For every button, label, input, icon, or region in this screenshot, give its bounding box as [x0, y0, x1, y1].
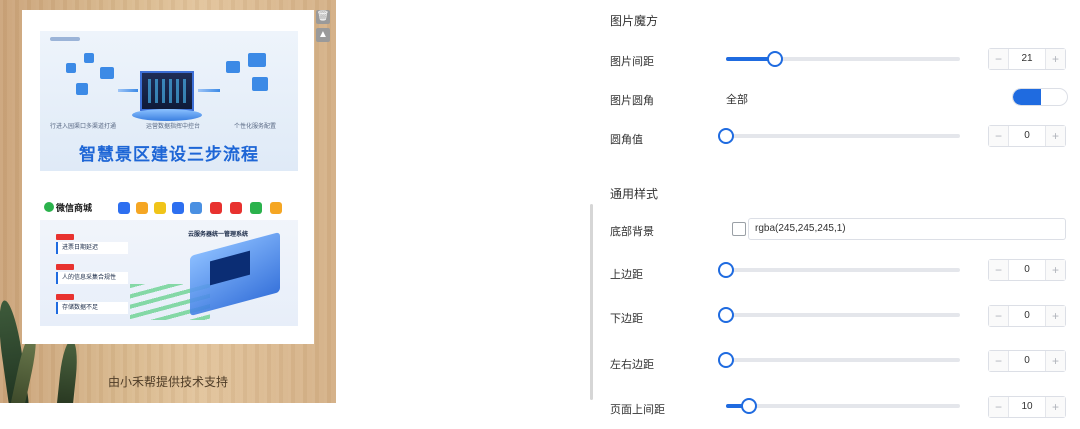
- delete-icon[interactable]: 🗑: [316, 10, 330, 24]
- slider-thumb[interactable]: [718, 262, 734, 278]
- issue-tag: 存储数据不足: [56, 302, 128, 314]
- slider-thumb[interactable]: [718, 307, 734, 323]
- margin-top-stepper[interactable]: − 0 +: [988, 259, 1066, 281]
- increment-button[interactable]: +: [1045, 49, 1065, 69]
- image-spacing-stepper[interactable]: − 21 +: [988, 48, 1066, 70]
- platform: [132, 109, 202, 121]
- margin-bottom-stepper[interactable]: − 0 +: [988, 305, 1066, 327]
- stepper-value[interactable]: 0: [1009, 351, 1045, 371]
- increment-button[interactable]: +: [1045, 260, 1065, 280]
- caption: 个性化服务配置: [234, 124, 277, 130]
- margin-bottom-label: 下边距: [610, 313, 643, 325]
- move-up-icon[interactable]: ▲: [316, 28, 330, 42]
- node-icon: [252, 77, 268, 91]
- slider-thumb[interactable]: [741, 398, 758, 414]
- slider-thumb[interactable]: [718, 352, 734, 368]
- radius-value-label: 圆角值: [610, 134, 643, 146]
- radius-value-slider[interactable]: [718, 128, 960, 144]
- slider-thumb[interactable]: [767, 51, 784, 67]
- app-icon: [172, 202, 184, 214]
- node-icon: [84, 53, 94, 63]
- flow-arrow: [198, 89, 220, 92]
- app-strip: 微信商城: [40, 196, 298, 220]
- decrement-button[interactable]: −: [989, 126, 1009, 146]
- decrement-button[interactable]: −: [989, 351, 1009, 371]
- node-icon: [226, 61, 240, 73]
- app-icon: [118, 202, 130, 214]
- increment-button[interactable]: +: [1045, 306, 1065, 326]
- section-title-general-style: 通用样式: [610, 187, 659, 201]
- image-spacing-label: 图片间距: [610, 56, 654, 68]
- image-radius-label: 图片圆角: [610, 95, 654, 107]
- stepper-value[interactable]: 0: [1009, 126, 1045, 146]
- issue-tag: 进票日期延迟: [56, 242, 128, 254]
- margin-top-label: 上边距: [610, 269, 643, 281]
- stepper-value[interactable]: 0: [1009, 260, 1045, 280]
- app-icon: [270, 202, 282, 214]
- app-icon: [210, 202, 222, 214]
- radius-option-all: 全部: [726, 94, 748, 106]
- bottom-bg-checkbox[interactable]: [732, 222, 746, 236]
- decrement-button[interactable]: −: [989, 260, 1009, 280]
- page-top-spacing-label: 页面上间距: [610, 404, 665, 416]
- stepper-value[interactable]: 10: [1009, 397, 1045, 417]
- increment-button[interactable]: +: [1045, 126, 1065, 146]
- caption: 行进入园渠口多渠道打通: [50, 124, 117, 130]
- app-icon: [136, 202, 148, 214]
- image-title: 智慧景区建设三步流程: [79, 145, 259, 164]
- cube-image-1[interactable]: 行进入园渠口多渠道打通 运营数据指挥中控台 个性化服务配置 智慧景区建设三步流程: [40, 31, 298, 171]
- node-icon: [100, 67, 114, 79]
- warning-tag: [56, 264, 74, 270]
- page-top-spacing-slider[interactable]: [726, 398, 960, 414]
- settings-panel: 图片魔方 图片间距 − 21 + 图片圆角 全部 圆角值 − 0 + 通用样式: [596, 0, 1080, 429]
- stepper-value[interactable]: 0: [1009, 306, 1045, 326]
- decrement-button[interactable]: −: [989, 397, 1009, 417]
- node-icon: [76, 83, 88, 95]
- flow-arrow: [118, 89, 138, 92]
- image-spacing-slider[interactable]: [726, 51, 960, 67]
- app-icon: [190, 202, 202, 214]
- section-title-image-cube: 图片魔方: [610, 14, 659, 28]
- warning-tag: [56, 294, 74, 300]
- dashboard-screen: [140, 71, 194, 111]
- slider-thumb[interactable]: [718, 128, 734, 144]
- margin-lr-slider[interactable]: [718, 352, 960, 368]
- wechat-mall-label: 微信商城: [56, 203, 93, 213]
- margin-top-slider[interactable]: [718, 262, 960, 278]
- decrement-button[interactable]: −: [989, 49, 1009, 69]
- scrollbar[interactable]: [590, 204, 593, 400]
- margin-lr-stepper[interactable]: − 0 +: [988, 350, 1066, 372]
- margin-lr-label: 左右边距: [610, 359, 654, 371]
- radius-all-toggle[interactable]: [1012, 88, 1068, 106]
- app-icon: [154, 202, 166, 214]
- logo: [50, 37, 80, 41]
- bottom-bg-label: 底部背景: [610, 226, 654, 238]
- node-icon: [248, 53, 266, 67]
- radius-value-stepper[interactable]: − 0 +: [988, 125, 1066, 147]
- wechat-icon: [44, 202, 54, 212]
- tech-support-credit: 由小禾帮提供技术支持: [107, 375, 228, 389]
- cube-image-2[interactable]: 微信商城 云服务器统一管理系统 进票日期延迟 人的信息采集合规性 存储数据不足: [40, 196, 298, 326]
- image-cube-block[interactable]: 行进入园渠口多渠道打通 运营数据指挥中控台 个性化服务配置 智慧景区建设三步流程…: [22, 10, 314, 344]
- margin-bottom-slider[interactable]: [718, 307, 960, 323]
- system-title: 云服务器统一管理系统: [188, 232, 249, 238]
- stepper-value[interactable]: 21: [1009, 49, 1045, 69]
- wechat-mall: 微信商城: [44, 201, 92, 214]
- app-icon: [250, 202, 262, 214]
- preview-canvas: 行进入园渠口多渠道打通 运营数据指挥中控台 个性化服务配置 智慧景区建设三步流程…: [0, 0, 336, 403]
- toggle-active: [1013, 89, 1041, 105]
- increment-button[interactable]: +: [1045, 397, 1065, 417]
- increment-button[interactable]: +: [1045, 351, 1065, 371]
- page-top-spacing-stepper[interactable]: − 10 +: [988, 396, 1066, 418]
- decrement-button[interactable]: −: [989, 306, 1009, 326]
- bottom-bg-color-input[interactable]: rgba(245,245,245,1): [748, 218, 1066, 240]
- issue-tag: 人的信息采集合规性: [56, 272, 128, 284]
- node-icon: [66, 63, 76, 73]
- app-icon: [230, 202, 242, 214]
- caption: 运营数据指挥中控台: [146, 124, 201, 130]
- editor: 行进入园渠口多渠道打通 运营数据指挥中控台 个性化服务配置 智慧景区建设三步流程…: [0, 0, 1080, 429]
- warning-tag: [56, 234, 74, 240]
